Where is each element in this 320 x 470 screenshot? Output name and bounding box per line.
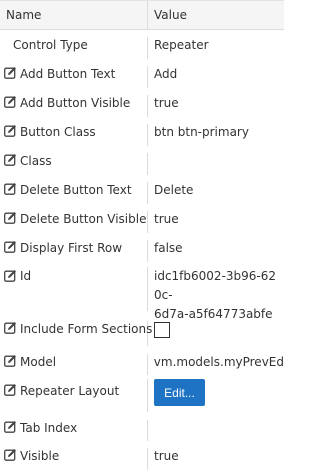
property-value-model[interactable]: vm.models.myPrevEd: [154, 354, 284, 370]
edit-icon[interactable]: [4, 448, 17, 461]
property-name-cell: Button Class: [0, 124, 148, 146]
property-label-class: Class: [20, 154, 52, 168]
property-value-delete-button-visible[interactable]: true: [154, 211, 179, 227]
property-name-cell: Visible: [0, 448, 148, 470]
name-header-label: Name: [6, 8, 42, 22]
property-label-visible: Visible: [20, 449, 60, 463]
edit-icon[interactable]: [4, 383, 17, 396]
edit-icon[interactable]: [4, 354, 17, 367]
edit-icon[interactable]: [4, 182, 17, 195]
property-label-button-class: Button Class: [20, 125, 96, 139]
property-value-delete-button-text[interactable]: Delete: [154, 182, 193, 198]
edit-icon[interactable]: [4, 269, 17, 282]
property-label-display-first-row: Display First Row: [20, 241, 123, 255]
edit-icon[interactable]: [4, 420, 17, 433]
repeater-layout-edit-button[interactable]: Edit...: [154, 379, 205, 406]
property-row-add-button-text[interactable]: Add Button Text Add: [0, 59, 284, 88]
property-row-visible[interactable]: Visible true: [0, 441, 284, 470]
property-value-button-class[interactable]: btn btn-primary: [154, 124, 249, 140]
property-label-delete-button-text: Delete Button Text: [20, 183, 132, 197]
property-value-id-line1[interactable]: idc1fb6002-3b96-620c-: [154, 267, 284, 305]
property-label-include-form-sections: Include Form Sections: [20, 322, 153, 336]
value-column-header[interactable]: Value: [148, 1, 284, 29]
edit-icon[interactable]: [4, 153, 17, 166]
property-row-display-first-row[interactable]: Display First Row false: [0, 233, 284, 262]
property-value-display-first-row[interactable]: false: [154, 240, 183, 256]
property-value-add-button-visible[interactable]: true: [154, 95, 179, 111]
edit-icon[interactable]: [4, 95, 17, 108]
property-value-cell[interactable]: [148, 153, 284, 175]
value-header-label: Value: [154, 8, 187, 22]
property-name-cell: Include Form Sections: [0, 321, 152, 346]
property-row-id[interactable]: Id idc1fb6002-3b96-620c- 6d7a-a5f64773ab…: [0, 262, 284, 321]
name-column-header[interactable]: Name: [0, 1, 148, 29]
property-name-cell: Add Button Visible: [0, 95, 148, 117]
property-value-cell: Repeater: [148, 37, 284, 59]
property-value-cell[interactable]: Delete: [148, 182, 284, 204]
property-row-control-type: Control Type Repeater: [0, 30, 284, 59]
edit-icon[interactable]: [4, 211, 17, 224]
property-value-cell[interactable]: Edit...: [148, 379, 284, 412]
property-label-model: Model: [20, 355, 57, 369]
property-name-cell: Add Button Text: [0, 66, 148, 88]
property-name-cell: Tab Index: [0, 420, 148, 441]
property-value-cell[interactable]: true: [148, 95, 284, 117]
property-row-add-button-visible[interactable]: Add Button Visible true: [0, 88, 284, 117]
property-row-repeater-layout[interactable]: Repeater Layout Edit...: [0, 375, 284, 412]
property-value-cell[interactable]: true: [148, 448, 284, 470]
property-name-cell: Delete Button Visible: [0, 211, 148, 233]
property-grid: Name Value Control Type Repeater Add But…: [0, 0, 284, 470]
include-form-sections-checkbox[interactable]: [154, 322, 170, 338]
property-value-cell[interactable]: [148, 420, 284, 441]
property-name-cell: Id: [0, 267, 148, 311]
edit-icon[interactable]: [4, 321, 17, 334]
property-value-visible[interactable]: true: [154, 448, 179, 464]
property-label-add-button-text: Add Button Text: [20, 67, 116, 81]
property-name-cell: Repeater Layout: [0, 379, 148, 412]
property-name-cell: Delete Button Text: [0, 182, 148, 204]
property-row-button-class[interactable]: Button Class btn btn-primary: [0, 117, 284, 146]
property-label-control-type: Control Type: [13, 38, 88, 52]
property-label-id: Id: [20, 269, 32, 283]
property-value-cell[interactable]: vm.models.myPrevEd: [148, 354, 284, 375]
property-value-control-type: Repeater: [154, 38, 209, 52]
edit-icon[interactable]: [4, 124, 17, 137]
property-grid-header: Name Value: [0, 0, 284, 30]
property-name-cell: Display First Row: [0, 240, 148, 262]
property-row-class[interactable]: Class: [0, 146, 284, 175]
property-value-add-button-text[interactable]: Add: [154, 66, 177, 82]
property-row-tab-index[interactable]: Tab Index: [0, 412, 284, 441]
edit-icon[interactable]: [4, 240, 17, 253]
property-label-add-button-visible: Add Button Visible: [20, 96, 131, 110]
property-value-cell[interactable]: idc1fb6002-3b96-620c- 6d7a-a5f64773abfe: [148, 267, 284, 321]
property-value-cell[interactable]: true: [148, 211, 284, 233]
property-name-cell: Model: [0, 354, 148, 375]
property-row-delete-button-text[interactable]: Delete Button Text Delete: [0, 175, 284, 204]
property-name-cell: Class: [0, 153, 148, 175]
property-row-delete-button-visible[interactable]: Delete Button Visible true: [0, 204, 284, 233]
property-value-cell[interactable]: false: [148, 240, 284, 262]
property-label-tab-index: Tab Index: [20, 421, 78, 435]
property-label-delete-button-visible: Delete Button Visible: [20, 212, 147, 226]
property-name-cell: Control Type: [0, 37, 148, 59]
edit-icon[interactable]: [4, 66, 17, 79]
property-row-model[interactable]: Model vm.models.myPrevEd: [0, 346, 284, 375]
property-value-cell[interactable]: Add: [148, 66, 284, 88]
property-value-cell[interactable]: [148, 321, 284, 346]
property-value-cell[interactable]: btn btn-primary: [148, 124, 284, 146]
property-label-repeater-layout: Repeater Layout: [20, 384, 120, 398]
